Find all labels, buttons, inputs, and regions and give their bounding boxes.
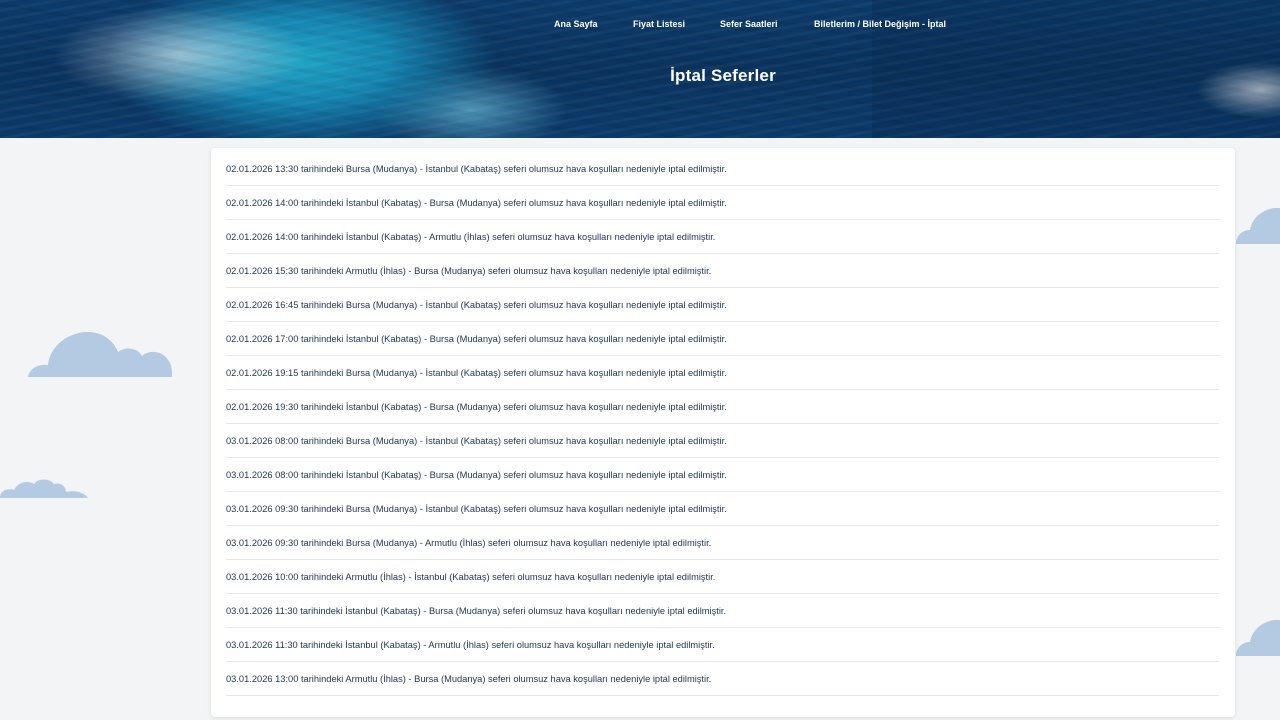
list-item: 02.01.2026 19:15 tarihindeki Bursa (Muda… [226,356,1219,390]
cloud-icon [0,479,88,498]
list-item: 02.01.2026 16:45 tarihindeki Bursa (Muda… [226,288,1219,322]
cancellation-list: 02.01.2026 13:30 tarihindeki Bursa (Muda… [226,152,1219,696]
list-item: 02.01.2026 19:30 tarihindeki İstanbul (K… [226,390,1219,424]
list-item: 03.01.2026 13:00 tarihindeki Armutlu (İh… [226,662,1219,696]
list-item: 03.01.2026 10:00 tarihindeki Armutlu (İh… [226,560,1219,594]
list-item: 02.01.2026 13:30 tarihindeki Bursa (Muda… [226,152,1219,186]
nav-schedule[interactable]: Sefer Saatleri [720,18,778,30]
hero-banner: Ana Sayfa Fiyat Listesi Sefer Saatleri B… [0,0,1280,138]
cloud-icon [1236,208,1280,244]
list-item: 03.01.2026 09:30 tarihindeki Bursa (Muda… [226,492,1219,526]
nav-my-tickets[interactable]: Biletlerim / Bilet Değişim - İptal [814,18,946,30]
list-item: 02.01.2026 14:00 tarihindeki İstanbul (K… [226,186,1219,220]
list-item: 03.01.2026 11:30 tarihindeki İstanbul (K… [226,594,1219,628]
list-item: 03.01.2026 09:30 tarihindeki Bursa (Muda… [226,526,1219,560]
list-item: 02.01.2026 17:00 tarihindeki İstanbul (K… [226,322,1219,356]
list-item: 02.01.2026 14:00 tarihindeki İstanbul (K… [226,220,1219,254]
list-item: 03.01.2026 11:30 tarihindeki İstanbul (K… [226,628,1219,662]
list-item: 03.01.2026 08:00 tarihindeki İstanbul (K… [226,458,1219,492]
cancellations-panel: 02.01.2026 13:30 tarihindeki Bursa (Muda… [211,148,1235,717]
page-title: İptal Seferler [670,66,776,85]
nav-home[interactable]: Ana Sayfa [554,18,598,30]
nav-price-list[interactable]: Fiyat Listesi [633,18,685,30]
list-item: 03.01.2026 08:00 tarihindeki Bursa (Muda… [226,424,1219,458]
main-nav: Ana Sayfa Fiyat Listesi Sefer Saatleri B… [0,18,1280,32]
cloud-icon [28,332,172,377]
cloud-icon [1236,620,1280,656]
list-item: 02.01.2026 15:30 tarihindeki Armutlu (İh… [226,254,1219,288]
